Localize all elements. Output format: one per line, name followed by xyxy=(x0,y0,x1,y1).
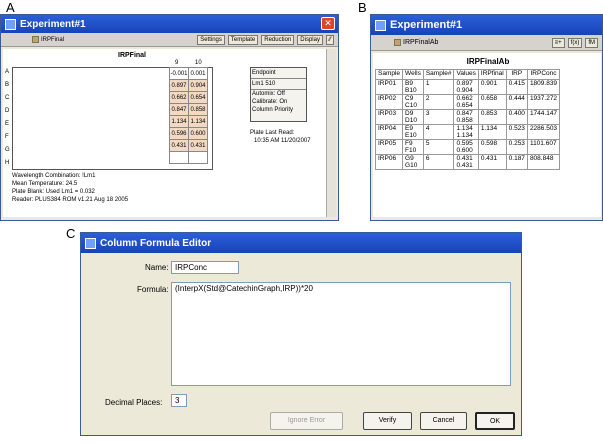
plate-icon xyxy=(32,36,39,43)
plate-heading: IRPFinal xyxy=(118,52,147,59)
cell[interactable]: 1.134 xyxy=(169,115,189,128)
row-label: D xyxy=(5,108,10,114)
col-header[interactable]: IRPfinal xyxy=(477,69,507,80)
cell[interactable]: -0.001 xyxy=(169,67,189,80)
window-b-titlebar[interactable]: Experiment#1 xyxy=(371,15,602,35)
window-a-titlebar[interactable]: Experiment#1 xyxy=(1,15,338,33)
cell[interactable]: 0.904 xyxy=(188,79,208,92)
wavelength-label: Lm1 510 xyxy=(251,79,306,90)
table-row[interactable]: IRP02 C9 C10 2 0.662 0.654 0.658 0.444 1937.272 xyxy=(374,94,561,110)
panel-label-c: C xyxy=(66,226,76,241)
cell[interactable]: 0.431 xyxy=(188,139,208,152)
decimal-places-label: Decimal Places: xyxy=(105,398,163,407)
col-header[interactable]: Sample# xyxy=(422,69,455,80)
verify-button[interactable]: Verify xyxy=(363,412,412,430)
col-header[interactable]: Sample xyxy=(374,69,404,80)
window-b-title: Experiment#1 xyxy=(390,19,463,31)
cell[interactable]: 0.847 xyxy=(169,103,189,116)
app-icon xyxy=(375,19,386,31)
close-icon[interactable]: ✕ xyxy=(321,17,335,30)
plate-values: -0.001 0.001 0.897 0.904 0.662 0.654 0.847 0… xyxy=(169,67,208,164)
name-label: Name: xyxy=(145,263,169,272)
section-name: IRPFinal xyxy=(32,36,64,43)
plate-last-read-label: Plate Last Read: xyxy=(250,130,295,136)
calibrate-label: Calibrate: On xyxy=(252,99,288,105)
table-row[interactable]: IRP04 E9 E10 4 1.134 1.134 1.134 0.523 2286.503 xyxy=(374,124,561,140)
plate-read-time: 10:35 AM 11/20/2007 xyxy=(254,138,311,144)
formula-textarea[interactable]: (InterpX(Std@CatechinGraph,IRP))*20 xyxy=(171,282,511,386)
footer-line: Wavelength Combination: !Lm1 xyxy=(12,173,96,179)
results-table: Sample Wells Sample# Values IRPfinal IRP… xyxy=(374,69,561,170)
row-label: G xyxy=(5,147,10,153)
reduction-button[interactable]: Reduction xyxy=(261,34,295,45)
table-icon xyxy=(394,39,401,46)
cell[interactable]: 0.858 xyxy=(188,103,208,116)
col-header[interactable]: Values xyxy=(453,69,479,80)
fm-icon[interactable]: fM xyxy=(585,37,598,48)
table-row[interactable]: IRP06 G9 G10 6 0.431 0.431 0.431 0.187 808.848 xyxy=(374,154,561,170)
app-icon xyxy=(5,18,16,30)
table-row[interactable]: IRP01 B9 B10 1 0.897 0.904 0.901 0.415 1809.839 xyxy=(374,79,561,95)
cell[interactable]: 1.134 xyxy=(188,115,208,128)
automix-label: Automix: Off xyxy=(252,91,285,97)
col-header[interactable]: IRPConc xyxy=(526,69,561,80)
window-b: Experiment#1 IRPFinalAb ≡+ f(x) fM IRPFi… xyxy=(370,14,603,221)
row-label: A xyxy=(5,69,10,75)
priority-label: Column Priority xyxy=(252,107,294,113)
window-b-toolbar: IRPFinalAb ≡+ f(x) fM xyxy=(371,35,602,51)
footer-line: Mean Temperature: 24.5 xyxy=(12,181,78,187)
cell[interactable]: 0.431 xyxy=(169,139,189,152)
row-label: F xyxy=(5,134,9,140)
table-row[interactable]: IRP03 D9 D10 3 0.847 0.858 0.853 0.400 1744.147 xyxy=(374,109,561,125)
footer-info: Wavelength Combination: !Lm1 Mean Temper… xyxy=(12,172,128,204)
settings-button[interactable]: Settings xyxy=(197,34,225,45)
window-a-content: IRPFinal 9 10 -0.001 0.001 0.897 0.904 0.6… xyxy=(3,49,327,217)
cell[interactable] xyxy=(169,151,189,164)
ignore-error-button[interactable]: Ignore Error xyxy=(270,412,343,430)
formula-label: Formula: xyxy=(137,285,169,294)
panel-label-b: B xyxy=(358,0,367,15)
col-header-9: 9 xyxy=(175,60,179,66)
scrollbar[interactable] xyxy=(326,49,336,217)
row-label: B xyxy=(5,82,10,88)
footer-line: Plate Blank: Used Lm1 = 0.032 xyxy=(12,189,95,195)
window-a: Experiment#1 ✕ IRPFinal Settings Templat… xyxy=(0,14,339,221)
cell[interactable]: 0.001 xyxy=(188,67,208,80)
col-header[interactable]: IRP xyxy=(505,69,528,80)
cell[interactable]: 0.654 xyxy=(188,91,208,104)
panel-label-a: A xyxy=(6,0,15,15)
add-column-icon[interactable]: ≡+ xyxy=(551,37,565,48)
footer-line: Reader: PLUS384 ROM v1.21 Aug 18 2005 xyxy=(12,197,129,203)
table-heading: IRPFinalAb xyxy=(466,57,510,66)
cell[interactable]: 0.600 xyxy=(188,127,208,140)
cell[interactable]: 0.662 xyxy=(169,91,189,104)
info-box: Endpoint Lm1 510 Automix: Off Calibrate:… xyxy=(250,67,307,122)
display-button[interactable]: Display xyxy=(297,34,323,45)
ok-button[interactable]: OK xyxy=(475,412,515,430)
decimal-places-field[interactable]: 3 xyxy=(171,394,187,407)
window-a-title: Experiment#1 xyxy=(20,18,86,30)
endpoint-label: Endpoint xyxy=(251,68,306,79)
table-row[interactable]: IRP05 F9 F10 5 0.595 0.600 0.598 0.253 1101.607 xyxy=(374,139,561,155)
cell[interactable]: 0.897 xyxy=(169,79,189,92)
more-icon[interactable]: ⁄⁄ xyxy=(325,34,334,45)
row-label: E xyxy=(5,121,10,127)
formula-icon[interactable]: f(x) xyxy=(567,37,583,48)
section-name: IRPFinalAb xyxy=(394,39,438,46)
col-header[interactable]: Wells xyxy=(402,69,424,80)
app-icon xyxy=(85,237,96,249)
formula-editor-titlebar[interactable]: Column Formula Editor xyxy=(81,233,521,253)
cancel-button[interactable]: Cancel xyxy=(420,412,467,430)
template-button[interactable]: Template xyxy=(227,34,259,45)
row-label: H xyxy=(5,160,10,166)
name-field[interactable]: IRPConc xyxy=(171,261,239,274)
window-a-toolbar: IRPFinal Settings Template Reduction Dis… xyxy=(1,33,338,47)
col-header-10: 10 xyxy=(195,60,202,66)
window-b-content: IRPFinalAb Sample Wells Sample# Values I… xyxy=(373,53,601,217)
formula-editor-window: Column Formula Editor Name: IRPConc Form… xyxy=(80,232,522,436)
formula-editor-title: Column Formula Editor xyxy=(100,237,212,249)
cell[interactable]: 0.596 xyxy=(169,127,189,140)
row-label: C xyxy=(5,95,10,101)
cell[interactable] xyxy=(188,151,208,164)
